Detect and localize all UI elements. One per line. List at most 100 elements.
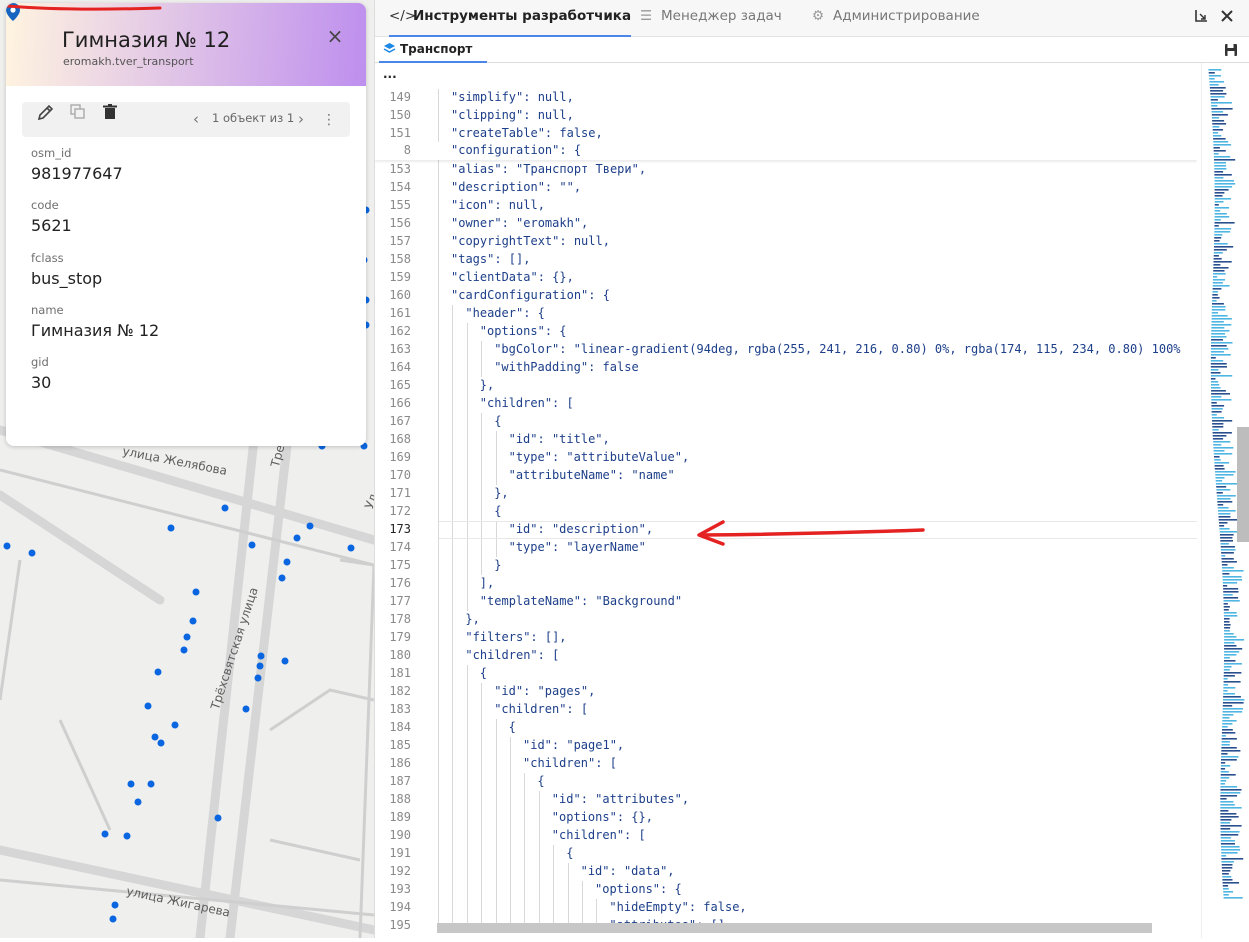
pager-next-icon[interactable]: › [298,110,310,130]
indent-guide [452,647,454,665]
minimap-line [1223,888,1229,890]
code-editor[interactable]: 149 "simplify": null, 150 "clipping": null,… [375,71,1197,933]
bus-stop-marker[interactable] [171,721,179,729]
tab-administration[interactable]: ⚙ Администрирование [809,0,980,37]
minimap-line [1219,531,1239,533]
code-text: "simplify": null, [451,90,574,104]
bus-stop-marker[interactable] [151,733,159,741]
minimap-line [1211,399,1232,401]
minimap-line [1224,624,1231,626]
code-text: "children": [ [479,396,574,410]
bus-stop-marker[interactable] [111,901,119,909]
horizontal-scrollbar[interactable] [437,923,1152,933]
minimap-line [1211,324,1232,326]
indent-guide [495,827,497,845]
minimap-line [1208,75,1221,77]
indent-guide [466,575,468,593]
dock-layout-icon[interactable] [1193,8,1209,24]
line-number: 182 [389,684,411,698]
more-vertical-icon[interactable]: ⋮ [322,110,336,130]
bus-stop-marker[interactable] [147,780,155,788]
line-number: 160 [389,288,411,302]
bus-stop-marker[interactable] [3,542,11,550]
vertical-scrollbar-thumb[interactable] [1237,427,1249,542]
line-number: 8 [403,143,411,157]
bus-stop-marker[interactable] [189,617,197,625]
indent-guide [466,449,468,467]
indent-guide [582,881,583,899]
line-number: 190 [389,828,411,842]
minimap-line [1222,570,1244,572]
bus-stop-marker[interactable] [306,522,314,530]
edit-pencil-icon[interactable] [36,102,56,122]
tab-developer-tools[interactable]: </>Инструменты разработчика [389,0,632,37]
minimap-line [1214,213,1227,215]
pager-prev-icon[interactable]: ‹ [193,110,205,130]
bus-stop-marker[interactable] [167,524,175,532]
indent-guide [495,899,497,917]
delete-trash-icon[interactable] [100,102,120,122]
minimap-line [1212,117,1220,119]
map-view[interactable]: улица Желябова Трёхсвятская улица улица … [0,0,374,938]
bus-stop-marker[interactable] [183,633,191,641]
minimap-line [1220,798,1227,800]
attribute-name: gid [31,355,49,370]
bus-stop-marker[interactable] [214,814,222,822]
bus-stop-marker[interactable] [256,662,264,670]
minimap-line [1210,378,1216,380]
indent-guide [596,899,598,917]
minimap-line [1212,435,1227,437]
sticky-scroll-line[interactable]: 8 "configuration": { [375,142,1197,160]
bus-stop-marker[interactable] [254,674,262,682]
close-icon[interactable]: × [326,26,344,46]
bus-stop-marker[interactable] [127,780,135,788]
minimap-line [1212,126,1220,128]
bus-stop-marker[interactable] [154,668,162,676]
indent-guide [438,341,439,359]
indent-guide [481,485,483,503]
bus-stop-marker[interactable] [28,549,36,557]
indent-guide [466,485,468,503]
bus-stop-marker[interactable] [157,739,165,747]
indent-guide [438,683,439,701]
minimap-line [1219,528,1230,530]
red-underline-annotation [6,4,162,11]
indent-guide [452,341,454,359]
minimap-line [1224,639,1245,641]
bus-stop-marker[interactable] [144,702,152,710]
minimap-line [1213,144,1232,146]
bus-stop-marker[interactable] [180,646,188,654]
minimap-line [1211,309,1226,311]
bus-stop-marker[interactable] [293,534,301,542]
minimap-line [1213,264,1221,266]
bus-stop-marker[interactable] [101,830,109,838]
bus-stop-marker[interactable] [134,798,142,806]
bus-stop-marker[interactable] [123,832,131,840]
file-tab-transport[interactable]: Транспорт ... [379,37,487,81]
bus-stop-marker[interactable] [242,705,250,713]
indent-guide [452,323,454,341]
bus-stop-marker[interactable] [192,588,200,596]
minimap-line [1214,225,1219,227]
tab-task-manager[interactable]: ☰ Менеджер задач [637,0,782,37]
indent-guide [466,683,468,701]
indent-guide [466,431,468,449]
bus-stop-marker[interactable] [278,574,286,582]
line-number: 168 [389,432,411,446]
bus-stop-marker[interactable] [221,504,229,512]
save-icon[interactable] [1224,43,1238,57]
close-panel-icon[interactable] [1220,9,1234,23]
bus-stop-marker[interactable] [283,558,291,566]
copy-icon[interactable] [68,102,88,122]
indent-guide [510,899,511,917]
indent-guide [553,899,555,917]
indent-guide [438,863,439,881]
minimap-line [1216,492,1223,494]
bus-stop-marker[interactable] [109,915,117,923]
indent-guide [452,683,454,701]
minimap-line [1210,381,1219,383]
bus-stop-marker[interactable] [281,657,289,665]
bus-stop-marker[interactable] [248,541,256,549]
bus-stop-marker[interactable] [347,544,355,552]
bus-stop-marker[interactable] [257,652,265,660]
